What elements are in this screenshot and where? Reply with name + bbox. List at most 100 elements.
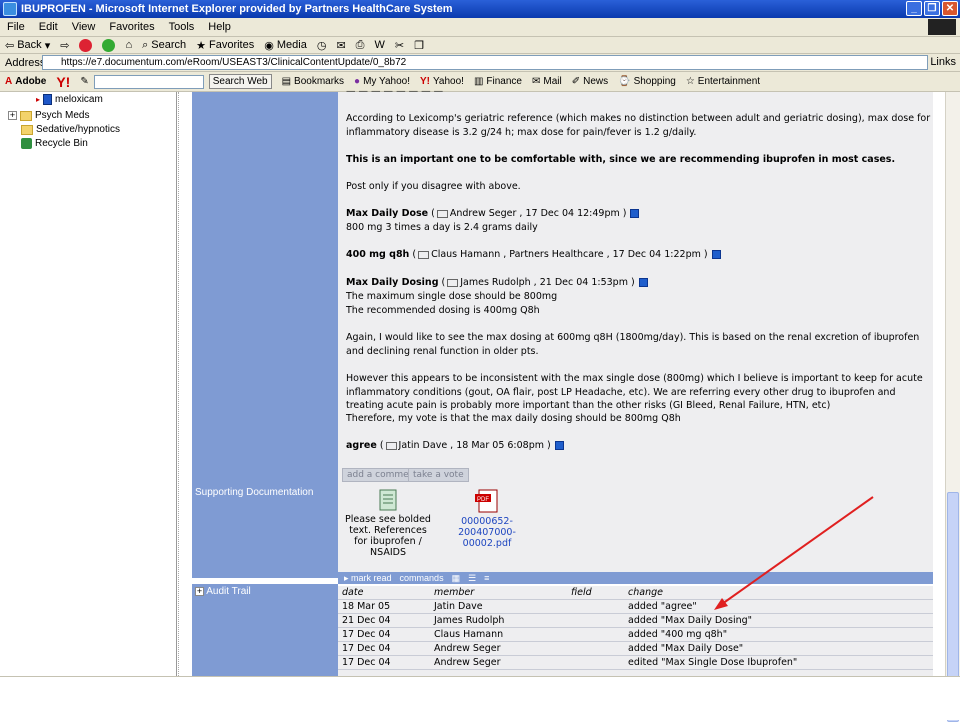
view-detail-icon[interactable]: ≡ (484, 573, 489, 583)
envelope-icon[interactable] (385, 441, 397, 450)
comment-body: The recommended dosing is 400mg Q8h (346, 305, 540, 316)
media-button[interactable]: ◉ Media (259, 39, 312, 52)
history-button[interactable]: ◷ (312, 39, 332, 52)
tree-item-meloxicam[interactable]: ▸ meloxicam (36, 94, 103, 105)
edit-button[interactable]: W (369, 39, 389, 51)
comment-title[interactable]: 400 mg q8h (346, 249, 409, 260)
pencil-button[interactable]: ✎ (75, 76, 93, 87)
attachment-pdf[interactable]: PDF 00000652-200407000-00002.pdf (440, 489, 534, 549)
comment-meta: Jatin Dave , 18 Mar 05 6:08pm ) (398, 440, 551, 451)
mail-button[interactable]: ✉ (331, 39, 350, 52)
expand-plus-icon[interactable]: + (195, 587, 204, 596)
command-bar: ▸ mark read commands ▦ ☰ ≡ (338, 572, 933, 584)
back-label: Back (17, 39, 42, 51)
stop-button[interactable] (74, 38, 97, 52)
favorites-button[interactable]: ★ Favorites (191, 39, 259, 52)
search-label: Search (151, 39, 187, 51)
bookmarks-button[interactable]: ▤ Bookmarks (277, 76, 349, 87)
cell-date: 18 Mar 05 (342, 601, 391, 612)
comment-title[interactable]: Max Daily Dose (346, 208, 428, 219)
column-header-member[interactable]: member (434, 587, 474, 598)
envelope-icon[interactable] (447, 278, 459, 287)
discussion-label-column (192, 92, 338, 485)
menu-help[interactable]: Help (201, 21, 238, 33)
menu-favorites[interactable]: Favorites (102, 21, 161, 33)
search-button[interactable]: ⌕ Search (137, 39, 191, 52)
mark-read-label: mark read (351, 572, 392, 583)
tree-item-psych-meds[interactable]: + Psych Meds (8, 110, 89, 121)
pane-divider[interactable] (178, 92, 191, 676)
window-titlebar: IBUPROFEN - Microsoft Internet Explorer … (0, 0, 960, 18)
back-button[interactable]: ⇦ Back ▾ (0, 39, 55, 52)
yahoo-logo-button[interactable]: Y! (51, 74, 75, 90)
cell-change: added "Max Daily Dosing" (628, 615, 753, 626)
folder-icon (20, 110, 32, 121)
cell-member: Andrew Seger (434, 643, 501, 654)
clipped-line: — — — — — — — — (346, 86, 444, 97)
standard-toolbar: ⇦ Back ▾ ⇨ ⌂ ⌕ Search ★ Favorites ◉ Medi… (0, 37, 960, 54)
cut-button[interactable]: ✂ (390, 39, 409, 52)
favorites-label: Favorites (209, 39, 255, 51)
pencil-icon: ✎ (80, 76, 89, 87)
back-arrow-icon: ⇦ (5, 39, 15, 52)
menu-file[interactable]: File (0, 21, 32, 33)
menu-tools[interactable]: Tools (162, 21, 202, 33)
download-icon[interactable] (638, 278, 648, 287)
bookmarks-label: Bookmarks (294, 76, 345, 87)
tree-item-recycle-bin[interactable]: Recycle Bin (21, 138, 88, 149)
column-header-date[interactable]: date (342, 587, 363, 598)
cell-member: Jatin Dave (434, 601, 483, 612)
supporting-documentation-label: Supporting Documentation (192, 485, 338, 578)
table-row: 17 Dec 04 Andrew Seger added "Max Daily … (338, 642, 933, 656)
cell-change: added "Max Daily Dose" (628, 643, 744, 654)
attachment-note[interactable]: Please see bolded text. References for i… (342, 489, 434, 558)
view-list-icon[interactable]: ☰ (468, 573, 476, 584)
column-header-change[interactable]: change (628, 587, 663, 598)
tree-item-sedative-hypnotics[interactable]: Sedative/hypnotics (21, 124, 120, 135)
word-icon: W (374, 39, 385, 51)
home-icon: ⌂ (125, 39, 133, 51)
envelope-icon[interactable] (418, 250, 430, 259)
address-input[interactable]: https://e7.documentum.com/eRoom/USEAST3/… (42, 55, 928, 70)
download-icon[interactable] (630, 209, 640, 218)
maximize-button[interactable]: ❐ (924, 1, 940, 16)
adobe-button[interactable]: A Adobe (0, 76, 51, 87)
envelope-icon[interactable] (436, 209, 448, 218)
vertical-scrollbar[interactable] (945, 92, 960, 722)
media-icon: ◉ (264, 39, 274, 52)
tree-item-label: Psych Meds (35, 110, 90, 121)
windows-logo-icon (928, 19, 956, 35)
commands-button[interactable]: commands (400, 573, 444, 583)
scissors-icon: ✂ (394, 39, 405, 52)
search-web-button[interactable]: Search Web (208, 74, 272, 89)
refresh-button[interactable] (97, 38, 120, 52)
comment-title[interactable]: agree (346, 440, 377, 451)
comment-paragraph: Post only if you disagree with above. (346, 181, 521, 192)
home-button[interactable]: ⌂ (120, 39, 137, 51)
audit-trail-label[interactable]: + Audit Trail (192, 584, 338, 676)
comment-body: 800 mg 3 times a day is 2.4 grams daily (346, 222, 538, 233)
yahoo-search-input[interactable] (93, 74, 204, 89)
download-icon[interactable] (711, 250, 721, 259)
menu-edit[interactable]: Edit (32, 21, 65, 33)
forward-button[interactable]: ⇨ (55, 39, 74, 52)
stop-icon (79, 38, 93, 52)
print-button[interactable]: ⎙ (351, 39, 370, 52)
bookmarks-icon: ▤ (281, 76, 292, 87)
copy-button[interactable]: ❐ (409, 39, 429, 52)
mark-read-button[interactable]: ▸ mark read (344, 573, 392, 584)
comment-meta: James Rudolph , 21 Dec 04 1:53pm ) (460, 277, 635, 288)
history-icon: ◷ (316, 39, 327, 52)
comment-title[interactable]: Max Daily Dosing (346, 277, 439, 288)
pdf-icon: PDF (475, 489, 498, 513)
take-vote-button[interactable]: take a vote (408, 468, 469, 482)
view-grid-icon[interactable]: ▦ (452, 573, 461, 584)
links-label[interactable]: Links (930, 56, 956, 68)
column-header-field[interactable]: field (571, 587, 592, 598)
download-icon[interactable] (554, 441, 564, 450)
close-button[interactable]: ✕ (942, 1, 958, 16)
menu-view[interactable]: View (65, 21, 103, 33)
minimize-button[interactable]: _ (906, 1, 922, 16)
comment-meta: Andrew Seger , 17 Dec 04 12:49pm ) (449, 208, 627, 219)
expand-plus-icon[interactable]: + (8, 111, 17, 120)
